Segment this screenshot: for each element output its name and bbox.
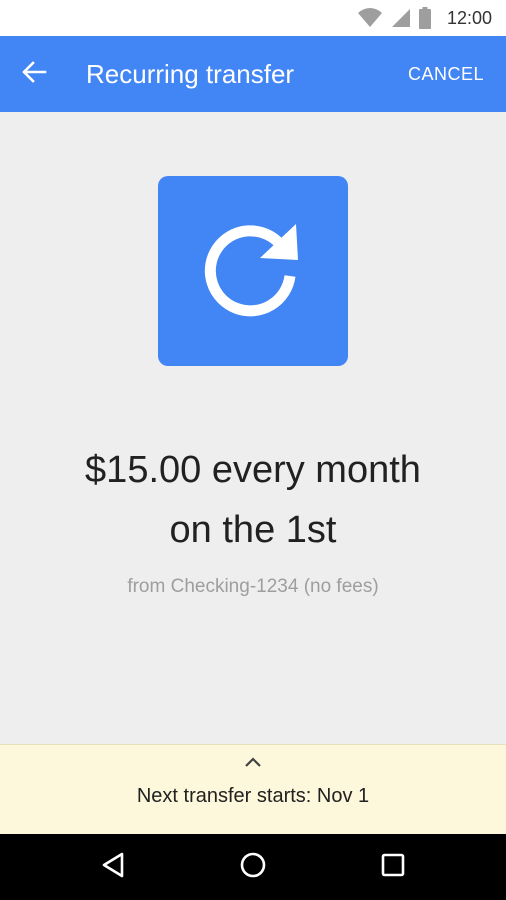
summary-line-date: on the 1st	[169, 509, 337, 551]
home-circle-icon	[239, 851, 267, 884]
app-bar: Recurring transfer CANCEL	[0, 36, 506, 112]
screen: 12:00 Recurring transfer CANCEL $15.00 e…	[0, 0, 506, 900]
status-clock: 12:00	[446, 7, 492, 28]
recents-square-icon	[380, 852, 406, 883]
chevron-up-icon	[244, 755, 262, 773]
recurring-icon-tile	[158, 176, 348, 366]
refresh-icon	[198, 214, 308, 329]
nav-recents-button[interactable]	[373, 847, 413, 887]
transfer-summary: $15.00 every month on the 1st	[0, 440, 506, 560]
summary-line-amount: $15.00 every month	[85, 449, 421, 491]
next-transfer-text: Next transfer starts: Nov 1	[136, 785, 370, 807]
next-transfer-sheet[interactable]: Next transfer starts: Nov 1	[0, 744, 506, 834]
page-title: Recurring transfer	[86, 59, 295, 89]
status-bar: 12:00	[0, 0, 506, 36]
cancel-button[interactable]: CANCEL	[408, 36, 484, 112]
arrow-left-icon	[21, 60, 47, 89]
wifi-icon	[357, 8, 383, 28]
system-nav-bar	[0, 834, 506, 900]
battery-icon	[418, 7, 431, 29]
nav-home-button[interactable]	[233, 847, 273, 887]
back-triangle-icon	[100, 851, 126, 884]
back-button[interactable]	[14, 54, 54, 94]
nav-back-button[interactable]	[93, 847, 133, 887]
signal-icon	[391, 8, 411, 28]
source-account-text: from Checking-1234 (no fees)	[127, 576, 379, 597]
expand-sheet-button[interactable]	[238, 753, 268, 775]
